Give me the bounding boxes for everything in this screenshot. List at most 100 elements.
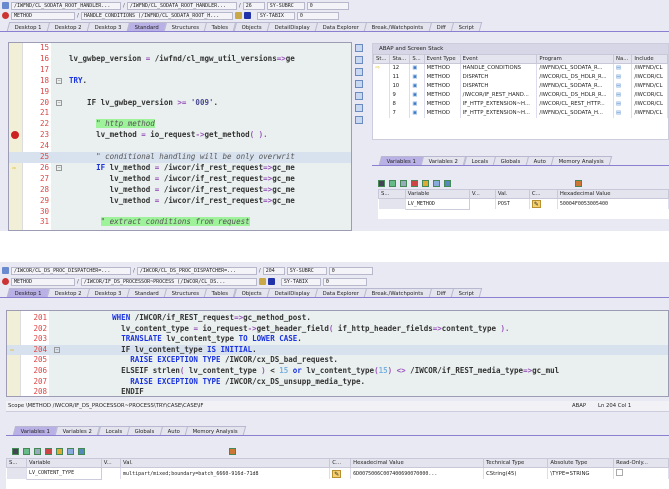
tab-variables-2[interactable]: Variables 2 — [55, 426, 101, 435]
column-header[interactable]: S... — [378, 189, 406, 199]
source-code-editor[interactable]: 15 16 lv_gwbep_version = /iwfnd/cl_mgw_uti… — [8, 42, 352, 231]
info-icon[interactable] — [267, 278, 275, 285]
column-header[interactable]: Hexadecimal Value — [556, 189, 669, 199]
column-header[interactable]: Absolute Type — [547, 458, 615, 468]
line-field[interactable]: 204 — [262, 266, 285, 275]
tab-desktop-3[interactable]: Desktop 3 — [86, 22, 130, 31]
column-header[interactable]: Event Type — [423, 54, 461, 64]
change-value-icon[interactable] — [575, 180, 582, 187]
info-icon[interactable] — [243, 12, 251, 19]
column-header[interactable]: Variable — [404, 189, 470, 199]
settings-icon[interactable] — [67, 448, 74, 455]
delete-icon[interactable] — [12, 448, 19, 455]
tab-data-explorer[interactable]: Data Explorer — [314, 288, 368, 297]
delete-icon[interactable] — [378, 180, 385, 187]
tab-standard[interactable]: Standard — [126, 288, 168, 297]
table-row[interactable]: 10 ▣ METHOD DISPATCH/IWFND/CL_SODATA_R... ▤ /… — [373, 81, 668, 91]
breakpoint-icon[interactable] — [11, 131, 19, 140]
import-icon[interactable] — [23, 448, 30, 455]
fold-toggle-icon[interactable]: − — [54, 346, 60, 353]
line-field[interactable]: 26 — [242, 1, 265, 10]
tab-data-explorer[interactable]: Data Explorer — [314, 22, 368, 31]
navigate-icon[interactable]: ▤ — [616, 83, 621, 89]
column-header[interactable]: Variable — [25, 458, 102, 468]
tab-script[interactable]: Script — [450, 288, 483, 297]
table-row[interactable]: ⇨ 12 ▣ METHOD HANDLE_CONDITIONS/IWFND/CL_SOD… — [373, 63, 668, 73]
services-icon[interactable] — [355, 116, 363, 124]
tab-desktop-2[interactable]: Desktop 2 — [46, 22, 91, 31]
tab-desktop-1[interactable]: Desktop 1 — [6, 288, 51, 297]
sy-subrc-value[interactable]: 0 — [306, 1, 349, 10]
row-selector[interactable] — [6, 467, 27, 479]
tab-objects[interactable]: Objects — [233, 288, 270, 297]
fold-toggle-icon[interactable]: − — [56, 77, 62, 84]
event-field[interactable]: /IWCOR/IF_DS_PROCESSOR~PROCESS (/IWCOR/C… — [80, 277, 257, 286]
maximize-icon[interactable] — [355, 80, 363, 88]
swap-icon[interactable] — [355, 68, 363, 76]
navigate-icon[interactable] — [234, 12, 242, 19]
variable-name-input[interactable]: LV_METHOD — [404, 198, 470, 210]
close-icon[interactable] — [355, 44, 363, 52]
navigate-icon[interactable]: ▤ — [616, 92, 621, 98]
tab-desktop-1[interactable]: Desktop 1 — [6, 22, 51, 31]
layout-icon[interactable] — [355, 92, 363, 100]
new-tool-icon[interactable] — [355, 56, 363, 64]
table-row[interactable]: 11 ▣ METHOD DISPATCH/IWCOR/CL_DS_HDLR_R... ▤… — [373, 72, 668, 82]
program-field[interactable]: /IWCOR/CL_DS_PROC_DISPATCHER=... — [11, 266, 131, 275]
find-icon[interactable] — [56, 448, 63, 455]
read-only-checkbox[interactable] — [616, 469, 624, 476]
tab-detaildisplay[interactable]: DetailDisplay — [266, 22, 319, 31]
edit-pencil-icon[interactable]: ✎ — [332, 469, 342, 478]
column-header[interactable]: Sta... — [389, 54, 411, 64]
edit-pencil-icon[interactable]: ✎ — [531, 200, 541, 208]
tooltip-icon[interactable] — [444, 180, 451, 187]
column-header[interactable]: V... — [100, 458, 122, 468]
column-header[interactable]: V... — [468, 189, 496, 199]
tab-variables-2[interactable]: Variables 2 — [421, 156, 467, 165]
tab-desktop-2[interactable]: Desktop 2 — [46, 288, 91, 297]
table-row[interactable]: LV_METHOD POST ✎ 50004F0053005400 — [378, 198, 669, 210]
table-row[interactable]: 7 ▣ METHOD IF_HTTP_EXTENSION~H.../IWFND/CL_… — [373, 108, 668, 118]
tab-script[interactable]: Script — [450, 22, 483, 31]
column-header[interactable]: Val. — [120, 458, 331, 468]
column-header[interactable]: St... — [372, 54, 391, 64]
column-header[interactable]: Val. — [494, 189, 530, 199]
tab-memory-analysis[interactable]: Memory Analysis — [550, 156, 613, 165]
tab-variables-1[interactable]: Variables 1 — [378, 156, 425, 165]
save-icon[interactable] — [411, 180, 418, 187]
column-header[interactable]: C... — [329, 458, 352, 468]
include-field[interactable]: /IWCOR/CL_DS_PROC_DISPATCHER=... — [136, 266, 257, 275]
column-header[interactable]: Program — [536, 54, 615, 64]
tab-tables[interactable]: Tables — [204, 22, 237, 31]
source-code-editor[interactable]: 201 WHEN /IWCOR/if_REST_request=>gc_meth… — [6, 310, 669, 397]
event-type-field[interactable]: METHOD — [11, 11, 75, 20]
include-field[interactable]: /IWFND/CL_SODATA_ROOT_HANDLER... — [126, 1, 237, 10]
column-header[interactable]: S... — [409, 54, 425, 64]
tab-globals[interactable]: Globals — [126, 426, 163, 435]
column-header[interactable]: Event — [459, 54, 538, 64]
sy-subrc-value[interactable]: 0 — [328, 266, 373, 275]
settings-icon[interactable] — [433, 180, 440, 187]
table-row[interactable]: 8 ▣ METHOD IF_HTTP_EXTENSION~H.../IWCOR/CL_… — [373, 99, 668, 109]
tab-structures[interactable]: Structures — [163, 288, 208, 297]
navigate-icon[interactable]: ▤ — [616, 110, 621, 116]
column-header[interactable]: Technical Type — [483, 458, 549, 468]
variable-name-input[interactable]: LV_CONTENT_TYPE — [25, 467, 102, 480]
sy-tabix-value[interactable]: 0 — [322, 277, 367, 286]
export-icon[interactable] — [34, 448, 41, 455]
navigate-icon[interactable]: ▤ — [616, 101, 621, 107]
tab-locals[interactable]: Locals — [97, 426, 131, 435]
navigate-icon[interactable] — [258, 278, 266, 285]
event-field[interactable]: HANDLE_CONDITIONS (/IWFND/CL_SODATA_ROOT… — [80, 11, 233, 20]
tab-locals[interactable]: Locals — [463, 156, 497, 165]
tab-structures[interactable]: Structures — [163, 22, 208, 31]
sy-tabix-value[interactable]: 0 — [296, 11, 339, 20]
column-header[interactable]: C... — [528, 189, 558, 199]
navigate-icon[interactable]: ▤ — [616, 74, 621, 80]
event-type-field[interactable]: METHOD — [11, 277, 75, 286]
tab-break-watchpoints[interactable]: Break./Watchpoints — [364, 22, 432, 31]
tab-variables-1[interactable]: Variables 1 — [12, 426, 59, 435]
tab-standard[interactable]: Standard — [126, 22, 168, 31]
table-row[interactable]: LV_CONTENT_TYPE multipart/mixed;boundary=… — [6, 467, 669, 480]
headset-icon[interactable] — [355, 104, 363, 112]
